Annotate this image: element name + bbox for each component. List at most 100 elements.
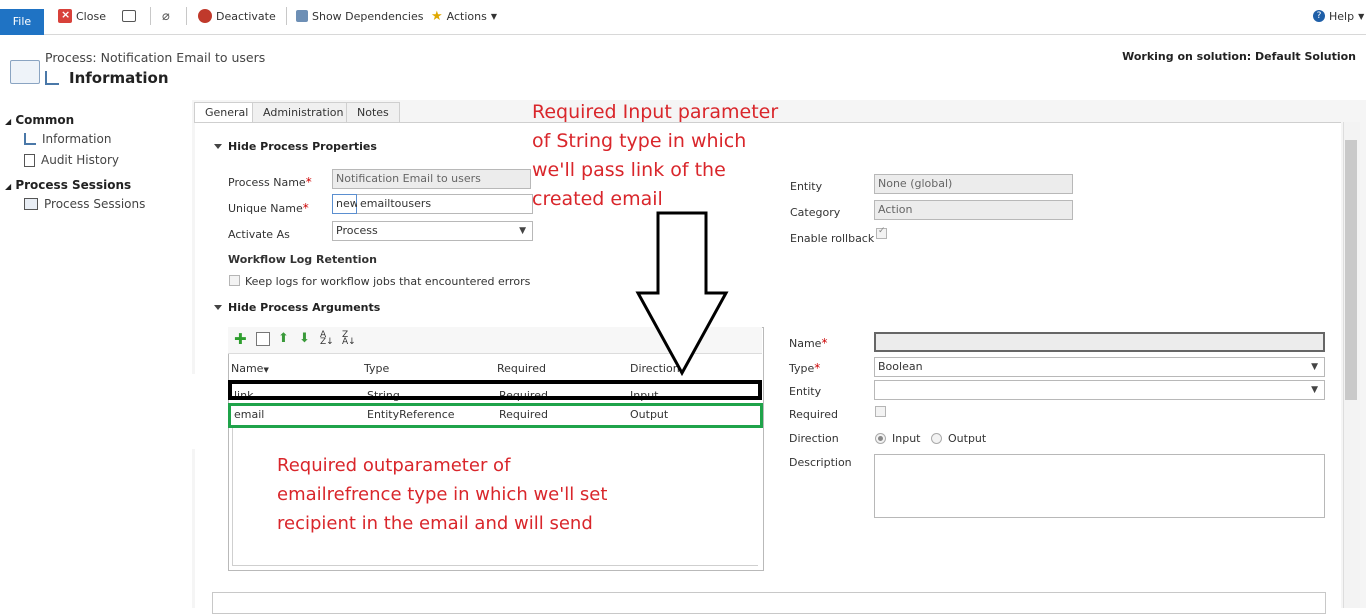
- direction-output-radio[interactable]: [931, 433, 942, 444]
- annotation-mask: [117, 374, 227, 449]
- deactivate-label: Deactivate: [216, 9, 276, 23]
- category-field: Action: [874, 200, 1073, 220]
- argument-type-label: Type*: [789, 361, 820, 375]
- argument-entity-select[interactable]: ▼: [874, 380, 1325, 400]
- help-label: Help: [1329, 9, 1355, 23]
- check-icon: ✓: [878, 226, 886, 236]
- help-icon: ?: [1313, 10, 1325, 22]
- required-icon: *: [821, 336, 828, 350]
- process-icon: [10, 60, 40, 84]
- close-label: Close: [76, 9, 106, 23]
- label-text: Name: [789, 337, 822, 350]
- nav-item-audit-history[interactable]: Audit History: [24, 153, 119, 167]
- arrow-down-icon: [635, 211, 729, 376]
- process-sessions-icon: [24, 198, 38, 210]
- help-menu[interactable]: ? Help ▼: [1313, 8, 1364, 24]
- label-text: Unique Name: [228, 202, 303, 215]
- page-title: Information: [69, 69, 169, 87]
- select-value: Boolean: [878, 360, 923, 373]
- dependencies-icon: [296, 10, 308, 22]
- label-text: Process Name: [228, 176, 306, 189]
- bottom-section: [212, 592, 1326, 614]
- log-retention-label: Workflow Log Retention: [228, 253, 377, 266]
- annotation-line: we'll pass link of the: [532, 159, 726, 181]
- enable-rollback-checkbox[interactable]: ✓: [876, 226, 887, 239]
- delete-icon[interactable]: [256, 332, 270, 346]
- ribbon-separator: [186, 7, 187, 25]
- section-process-properties[interactable]: Hide Process Properties: [214, 140, 377, 153]
- annotation-line: recipient in the email and will send: [277, 513, 593, 534]
- annotation-line: Required Input parameter: [532, 101, 779, 123]
- activate-as-label: Activate As: [228, 228, 290, 241]
- close-button[interactable]: × Close: [58, 8, 106, 24]
- add-icon[interactable]: ✚: [234, 332, 248, 347]
- left-navigation: [0, 100, 192, 608]
- unique-name-label: Unique Name*: [228, 201, 309, 215]
- nav-section-common[interactable]: ◢ Common: [5, 113, 74, 127]
- keep-logs-checkbox[interactable]: [229, 275, 240, 286]
- nav-section-process-sessions[interactable]: ◢ Process Sessions: [5, 178, 131, 192]
- collapse-icon: ◢: [5, 117, 12, 126]
- unique-name-prefix: new_: [332, 194, 364, 214]
- chevron-down-icon: ▼: [1358, 11, 1365, 21]
- argument-type-select[interactable]: Boolean ▼: [874, 357, 1325, 377]
- input-parameter-annotation: Required Input parameter of String type …: [532, 98, 778, 214]
- annotation-line: created email: [532, 188, 663, 210]
- solution-label: Working on solution: Default Solution: [1122, 50, 1356, 63]
- entity-field: None (global): [874, 174, 1073, 194]
- attach-button[interactable]: ⌀: [162, 8, 170, 24]
- audit-history-icon: [24, 153, 35, 167]
- direction-output-label: Output: [948, 432, 987, 445]
- record-subtitle: Process: Notification Email to users: [45, 50, 266, 65]
- section-process-arguments[interactable]: Hide Process Arguments: [214, 301, 380, 314]
- argument-required-checkbox[interactable]: [875, 406, 886, 417]
- argument-description-textarea[interactable]: [874, 454, 1325, 518]
- move-up-icon[interactable]: ⬆: [278, 332, 292, 346]
- collapse-icon: [214, 144, 222, 149]
- nav-item-label: Process Sessions: [44, 197, 146, 211]
- required-icon: *: [305, 175, 312, 189]
- actions-menu[interactable]: ★ Actions ▼: [431, 8, 497, 24]
- chevron-down-icon: ▼: [519, 226, 526, 236]
- argument-required-label: Required: [789, 408, 838, 421]
- collapse-icon: ◢: [5, 182, 12, 191]
- required-icon: *: [302, 201, 309, 215]
- direction-input-label: Input: [892, 432, 921, 445]
- paperclip-icon: ⌀: [162, 8, 170, 24]
- information-icon: [24, 133, 36, 145]
- nav-item-process-sessions[interactable]: Process Sessions: [24, 197, 145, 211]
- chevron-down-icon: ▼: [1311, 385, 1318, 395]
- direction-input-radio[interactable]: [875, 433, 886, 444]
- print-button[interactable]: [122, 8, 136, 24]
- file-button[interactable]: File: [0, 9, 44, 35]
- header-text: Name: [231, 362, 264, 375]
- required-icon: *: [814, 361, 821, 375]
- actions-icon: ★: [431, 8, 443, 24]
- entity-label: Entity: [790, 180, 823, 193]
- move-down-icon[interactable]: ⬇: [299, 332, 313, 346]
- tab-administration[interactable]: Administration: [252, 102, 355, 123]
- sort-icon: ▼: [263, 366, 269, 374]
- annotation-line: Required outparameter of: [277, 455, 511, 476]
- sort-descending-icon[interactable]: Z A↓: [342, 331, 356, 347]
- deactivate-button[interactable]: Deactivate: [198, 8, 276, 24]
- tab-notes[interactable]: Notes: [346, 102, 400, 123]
- column-header-required[interactable]: Required: [497, 362, 546, 375]
- argument-direction-label: Direction: [789, 432, 839, 445]
- label-text: Type: [789, 362, 815, 375]
- output-parameter-annotation: Required outparameter of emailrefrence t…: [277, 451, 607, 538]
- argument-name-input[interactable]: [874, 332, 1325, 352]
- unique-name-field[interactable]: emailtousers: [357, 194, 533, 214]
- show-dependencies-button[interactable]: Show Dependencies: [296, 8, 423, 24]
- activate-as-select[interactable]: Process ▼: [332, 221, 533, 241]
- scrollbar-thumb[interactable]: [1345, 140, 1357, 400]
- nav-item-information[interactable]: Information: [24, 132, 111, 146]
- chevron-down-icon: ▼: [1311, 362, 1318, 372]
- show-dependencies-label: Show Dependencies: [312, 9, 424, 23]
- column-header-type[interactable]: Type: [364, 362, 389, 375]
- tab-general[interactable]: General: [194, 102, 260, 123]
- column-header-name[interactable]: Name▼: [231, 362, 269, 375]
- sort-ascending-icon[interactable]: A Z↓: [320, 331, 334, 347]
- process-name-field[interactable]: Notification Email to users: [332, 169, 531, 189]
- close-icon: ×: [58, 8, 72, 23]
